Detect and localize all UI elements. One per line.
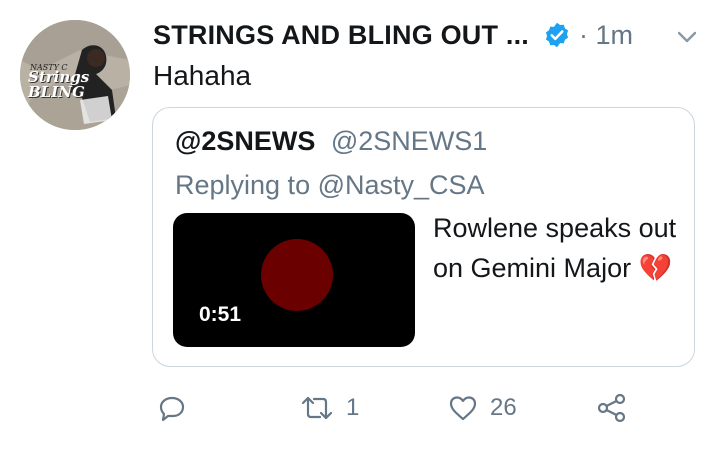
like-count: 26 bbox=[490, 394, 517, 421]
retweet-count: 1 bbox=[346, 394, 360, 421]
quoted-tweet[interactable]: @2SNEWS @2SNEWS1 Replying to @Nasty_CSA … bbox=[152, 107, 695, 367]
timestamp[interactable]: · 1m bbox=[579, 20, 633, 51]
quoted-text: Rowlene speaks out on Gemini Major 💔 bbox=[433, 213, 677, 283]
retweet-button[interactable]: 1 bbox=[300, 394, 359, 422]
like-button[interactable]: 26 bbox=[448, 394, 517, 422]
share-button[interactable] bbox=[596, 392, 628, 424]
heart-icon bbox=[449, 396, 477, 421]
display-name[interactable]: STRINGS AND BLING OUT ... bbox=[153, 20, 529, 51]
reply-icon bbox=[159, 396, 185, 422]
reply-button[interactable] bbox=[158, 394, 186, 422]
quoted-name: @2SNEWS bbox=[175, 126, 316, 156]
quoted-handle: @2SNEWS1 bbox=[330, 126, 488, 156]
video-artwork bbox=[261, 239, 333, 311]
retweet-icon bbox=[301, 396, 333, 420]
avatar-logo-text: Strings BLING bbox=[28, 68, 90, 101]
video-thumbnail[interactable]: 0:51 bbox=[173, 213, 415, 347]
share-icon bbox=[597, 393, 626, 423]
replying-to: Replying to @Nasty_CSA bbox=[175, 170, 485, 200]
verified-badge-icon bbox=[543, 21, 571, 49]
quoted-header: @2SNEWS @2SNEWS1 bbox=[175, 126, 487, 157]
tweet-header: STRINGS AND BLING OUT ... · 1m bbox=[153, 15, 713, 55]
chevron-down-icon[interactable] bbox=[677, 30, 697, 48]
video-duration: 0:51 bbox=[199, 303, 242, 326]
tweet-text: Hahaha bbox=[153, 60, 252, 91]
action-bar: 1 26 bbox=[0, 390, 720, 430]
avatar[interactable]: NASTY C Strings BLING bbox=[20, 20, 130, 130]
